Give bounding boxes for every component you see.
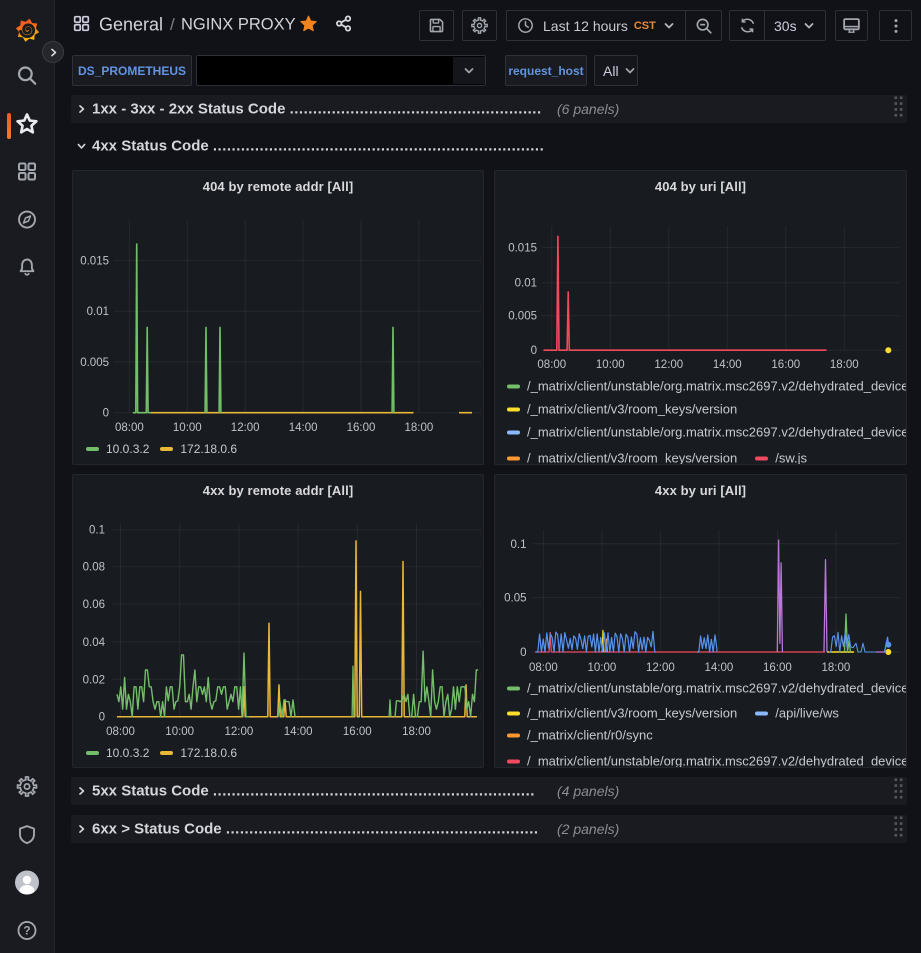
svg-text:12:00: 12:00 [225, 726, 254, 738]
svg-text:?: ? [23, 924, 30, 938]
svg-text:08:00: 08:00 [537, 359, 566, 371]
svg-text:08:00: 08:00 [106, 726, 135, 738]
svg-text:14:00: 14:00 [289, 422, 318, 434]
svg-text:16:00: 16:00 [763, 662, 792, 674]
svg-text:0: 0 [520, 647, 526, 659]
svg-text:0: 0 [103, 408, 109, 420]
svg-text:16:00: 16:00 [343, 726, 372, 738]
svg-text:0.06: 0.06 [83, 599, 105, 611]
svg-text:16:00: 16:00 [771, 359, 800, 371]
svg-text:0: 0 [531, 345, 537, 357]
svg-text:0.1: 0.1 [89, 525, 105, 537]
svg-text:18:00: 18:00 [402, 726, 431, 738]
svg-text:12:00: 12:00 [646, 662, 675, 674]
svg-text:0: 0 [99, 712, 105, 724]
svg-text:12:00: 12:00 [654, 359, 683, 371]
svg-text:08:00: 08:00 [529, 662, 558, 674]
svg-text:10:00: 10:00 [173, 422, 202, 434]
svg-text:10:00: 10:00 [596, 359, 625, 371]
svg-text:14:00: 14:00 [705, 662, 734, 674]
svg-text:0.05: 0.05 [504, 593, 526, 605]
svg-text:0.04: 0.04 [83, 637, 106, 649]
svg-text:0.08: 0.08 [83, 562, 105, 574]
svg-text:0.015: 0.015 [80, 255, 109, 267]
svg-text:0.005: 0.005 [80, 357, 109, 369]
svg-text:18:00: 18:00 [822, 662, 851, 674]
svg-text:14:00: 14:00 [284, 726, 313, 738]
svg-text:18:00: 18:00 [405, 422, 434, 434]
svg-text:0.015: 0.015 [508, 242, 537, 254]
svg-text:14:00: 14:00 [713, 359, 742, 371]
svg-text:12:00: 12:00 [231, 422, 260, 434]
svg-text:08:00: 08:00 [115, 422, 144, 434]
svg-text:0.01: 0.01 [87, 306, 109, 318]
svg-text:18:00: 18:00 [830, 359, 859, 371]
svg-text:0.1: 0.1 [511, 539, 527, 551]
svg-text:16:00: 16:00 [347, 422, 376, 434]
svg-text:0.005: 0.005 [508, 311, 537, 323]
svg-text:10:00: 10:00 [588, 662, 617, 674]
svg-text:0.02: 0.02 [83, 674, 105, 686]
svg-text:0.01: 0.01 [515, 278, 537, 290]
svg-text:10:00: 10:00 [165, 726, 194, 738]
